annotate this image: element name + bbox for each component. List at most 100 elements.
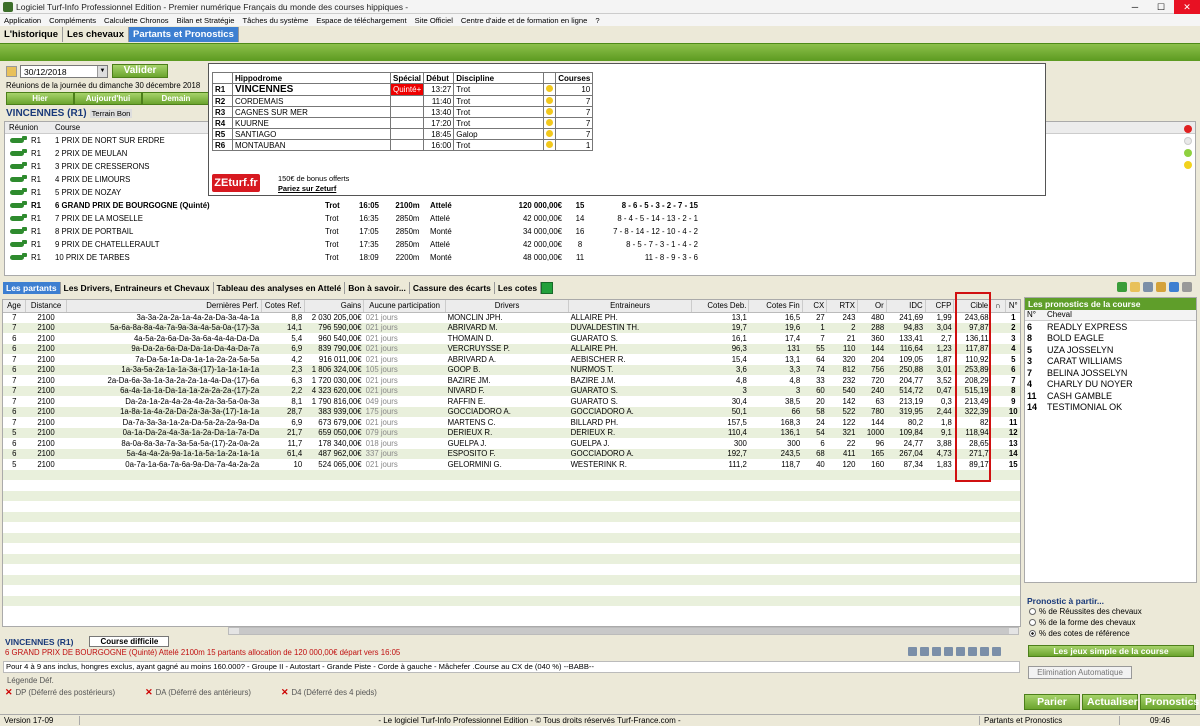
export-icon[interactable]: [1169, 282, 1179, 292]
actualiser-button[interactable]: Actualiser: [1082, 694, 1138, 710]
hippodrome-row[interactable]: R5 SANTIAGO 18:45 Galop 7: [212, 128, 594, 140]
col-rtx[interactable]: RTX: [826, 300, 858, 313]
prono-option[interactable]: % des cotes de référence: [1029, 628, 1142, 639]
chevron-down-icon[interactable]: ▼: [97, 65, 107, 77]
col-entraineurs[interactable]: Entraineurs: [568, 300, 693, 313]
course-row[interactable]: R1 6 GRAND PRIX DE BOURGOGNE (Quinté) Trot…: [5, 199, 1195, 212]
menu-item[interactable]: Site Officiel: [411, 16, 457, 25]
date-field[interactable]: 30/12/2018 ▼: [20, 64, 108, 78]
aujourdhui-button[interactable]: Aujourd'hui: [74, 92, 142, 105]
elimination-button[interactable]: Elimination Automatique: [1028, 666, 1132, 679]
pronostics-button[interactable]: Pronostics: [1140, 694, 1199, 710]
menu-item[interactable]: Application: [0, 16, 45, 25]
menu-item[interactable]: ?: [591, 16, 603, 25]
demain-button[interactable]: Demain: [142, 92, 210, 105]
partant-row[interactable]: 7 2100 6a-4a-1a-1a-Da-1a-1a-2a-2a-2a-(17)-…: [3, 385, 1020, 396]
calendar-icon[interactable]: [920, 647, 929, 656]
hippodrome-row[interactable]: R4 KUURNE 17:20 Trot 7: [212, 117, 594, 129]
menu-item[interactable]: Espace de téléchargement: [312, 16, 410, 25]
col-cotes-fin[interactable]: Cotes Fin: [748, 300, 803, 313]
partant-row[interactable]: 7 2100 Da-7a-3a-3a-1a-2a-Da-5a-2a-2a-9a-Da…: [3, 417, 1020, 428]
zoom-in-icon[interactable]: [932, 647, 941, 656]
menu-item[interactable]: Centre d'aide et de formation en ligne: [457, 16, 591, 25]
green-square-icon[interactable]: [541, 282, 554, 294]
prono-row[interactable]: 11 CASH GAMBLE: [1025, 390, 1196, 402]
prono-row[interactable]: 3 CARAT WILLIAMS: [1025, 356, 1196, 368]
horseshoe-icon[interactable]: ∩: [990, 300, 1006, 313]
hippodrome-row[interactable]: R6 MONTAUBAN 16:00 Trot 1: [212, 139, 594, 151]
col-cx[interactable]: CX: [802, 300, 828, 313]
minimize-icon[interactable]: ─: [1122, 0, 1148, 14]
tab-drivers[interactable]: Les Drivers, Entraineurs et Chevaux: [61, 282, 214, 294]
prono-row[interactable]: 6 READLY EXPRESS: [1025, 321, 1196, 333]
partant-row[interactable]: 7 2100 5a-6a-8a-8a-4a-7a-9a-3a-4a-5a-0a-(1…: [3, 322, 1020, 333]
prono-option[interactable]: % de Réussites des chevaux: [1029, 606, 1142, 617]
folder-icon[interactable]: [1130, 282, 1140, 292]
col-age[interactable]: Age: [3, 300, 27, 313]
partant-row[interactable]: 5 2100 0a-1a-Da-2a-4a-3a-1a-2a-Da-1a-7a-Da…: [3, 427, 1020, 438]
export-icon[interactable]: [992, 647, 1001, 656]
horizontal-scrollbar[interactable]: [228, 627, 1019, 635]
hippodrome-row[interactable]: R1 VINCENNES Quinté+ 13:27 Trot 10: [212, 83, 594, 96]
menu-item[interactable]: Compléments: [45, 16, 100, 25]
col-numero[interactable]: N°: [1005, 300, 1020, 313]
tab-chevaux[interactable]: Les chevaux: [63, 27, 130, 42]
tab-cassure[interactable]: Cassure des écarts: [410, 282, 495, 294]
prono-row[interactable]: 8 BOLD EAGLE: [1025, 333, 1196, 345]
jeux-simple-button[interactable]: Les jeux simple de la course: [1028, 645, 1194, 657]
hier-button[interactable]: Hier: [6, 92, 74, 105]
scrollbar-thumb[interactable]: [239, 628, 1009, 634]
parier-button[interactable]: Parier: [1024, 694, 1080, 710]
prono-option[interactable]: % de la forme des chevaux: [1029, 617, 1142, 628]
close-icon[interactable]: ✕: [1174, 0, 1200, 14]
hippodrome-row[interactable]: R3 CAGNES SUR MER 13:40 Trot 7: [212, 106, 594, 118]
col-dernieres-perf[interactable]: Dernières Perf.: [66, 300, 262, 313]
settings-icon[interactable]: [1182, 282, 1192, 292]
tab-les-partants[interactable]: Les partants: [3, 282, 61, 294]
col-or[interactable]: Or: [857, 300, 887, 313]
radio-button[interactable]: [1029, 619, 1036, 626]
tab-bon-a-savoir[interactable]: Bon à savoir...: [345, 282, 410, 294]
print-icon[interactable]: [968, 647, 977, 656]
col-aucune-participation[interactable]: Aucune participation: [363, 300, 447, 313]
tab-analyses[interactable]: Tableau des analyses en Attelé: [214, 282, 346, 294]
partant-row[interactable]: 6 2100 1a-3a-5a-2a-1a-1a-3a-(17)-1a-1a-1a-…: [3, 364, 1020, 375]
course-row[interactable]: R1 9 PRIX DE CHATELLERAULT Trot 17:35 2850m A…: [5, 238, 1195, 251]
paint-icon[interactable]: [1156, 282, 1166, 292]
prono-row[interactable]: 4 CHARLY DU NOYER: [1025, 379, 1196, 391]
binoculars-icon[interactable]: [908, 647, 917, 656]
course-row[interactable]: R1 8 PRIX DE PORTBAIL Trot 17:05 2850m Monté 3…: [5, 225, 1195, 238]
valider-button[interactable]: Valider: [112, 64, 168, 78]
col-drivers[interactable]: Drivers: [445, 300, 570, 313]
radio-button[interactable]: [1029, 630, 1036, 637]
radio-button[interactable]: [1029, 608, 1036, 615]
partant-row[interactable]: 7 2100 2a-Da-6a-3a-1a-3a-2a-2a-1a-4a-Da-(1…: [3, 375, 1020, 386]
tab-les-cotes[interactable]: Les cotes: [495, 282, 542, 294]
col-cotes-ref[interactable]: Cotes Ref.: [261, 300, 305, 313]
partant-row[interactable]: 6 2100 8a-0a-8a-3a-7a-3a-5a-5a-(17)-2a-0a-…: [3, 438, 1020, 449]
bonus-link[interactable]: Pariez sur Zeturf: [278, 184, 349, 194]
col-gains[interactable]: Gains: [304, 300, 365, 313]
partant-row[interactable]: 7 2100 7a-Da-5a-1a-Da-1a-1a-2a-2a-5a-5a 4,2…: [3, 354, 1020, 365]
partant-row[interactable]: 7 2100 Da-2a-1a-2a-4a-2a-4a-2a-3a-5a-0a-3a…: [3, 396, 1020, 407]
partant-row[interactable]: 5 2100 0a-7a-1a-6a-7a-6a-9a-Da-7a-4a-2a-2a…: [3, 459, 1020, 470]
menu-item[interactable]: Calculette Chronos: [100, 16, 173, 25]
menu-item[interactable]: Tâches du système: [238, 16, 312, 25]
course-row[interactable]: R1 7 PRIX DE LA MOSELLE Trot 16:35 2850m Atte…: [5, 212, 1195, 225]
partant-row[interactable]: 7 2100 3a-3a-2a-2a-1a-4a-2a-Da-3a-4a-1a 8,8…: [3, 312, 1020, 323]
zoom-out-icon[interactable]: [944, 647, 953, 656]
col-cotes-deb[interactable]: Cotes Deb.: [691, 300, 750, 313]
partant-row[interactable]: 6 2100 5a-4a-4a-2a-9a-1a-1a-5a-1a-2a-1a-1a…: [3, 448, 1020, 459]
prono-row[interactable]: 14 TESTIMONIAL OK: [1025, 402, 1196, 414]
menu-item[interactable]: Bilan et Stratégie: [173, 16, 239, 25]
course-row[interactable]: R1 10 PRIX DE TARBES Trot 18:09 2200m Monté 48…: [5, 251, 1195, 264]
prono-row[interactable]: 5 UZA JOSSELYN: [1025, 344, 1196, 356]
hippodrome-row[interactable]: R2 CORDEMAIS 11:40 Trot 7: [212, 95, 594, 107]
col-cfp[interactable]: CFP: [925, 300, 955, 313]
zeturf-logo[interactable]: ZEturf.fr: [212, 174, 260, 192]
partant-row[interactable]: 6 2100 4a-5a-2a-6a-Da-3a-6a-4a-4a-Da-Da 5,4…: [3, 333, 1020, 344]
prono-row[interactable]: 7 BELINA JOSSELYN: [1025, 367, 1196, 379]
tab-historique[interactable]: L'historique: [0, 27, 63, 42]
col-idc[interactable]: IDC: [886, 300, 926, 313]
maximize-icon[interactable]: ☐: [1148, 0, 1174, 14]
